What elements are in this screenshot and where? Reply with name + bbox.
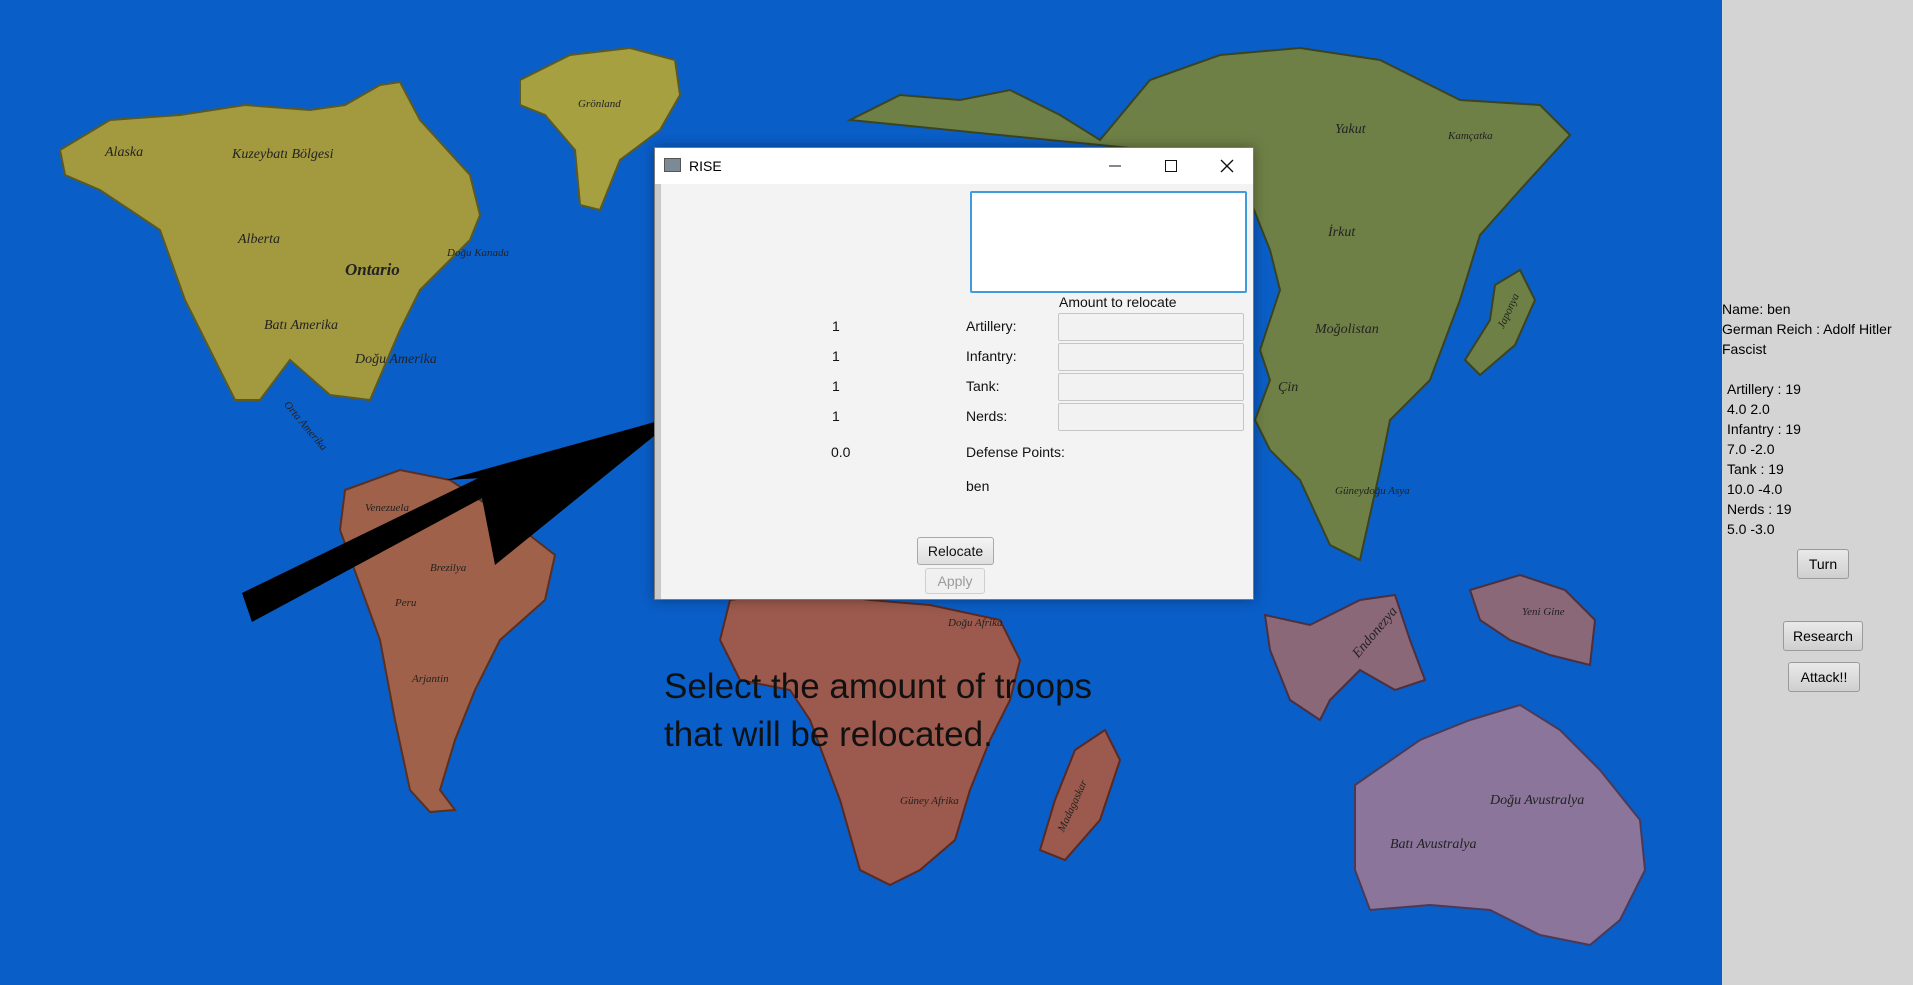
nerds-stat: Nerds : 19	[1727, 501, 1792, 517]
app-window-icon	[664, 158, 681, 172]
apply-button[interactable]: Apply	[925, 568, 985, 594]
relocate-button[interactable]: Relocate	[917, 537, 994, 565]
nerds-label: Nerds:	[966, 408, 1008, 424]
region-new-guinea[interactable]	[1468, 573, 1597, 667]
infantry-label: Infantry:	[966, 348, 1017, 364]
maximize-button[interactable]	[1143, 148, 1199, 184]
tank-values: 10.0 -4.0	[1727, 481, 1783, 497]
tank-amount-input[interactable]	[1058, 373, 1244, 401]
message-textarea[interactable]	[970, 191, 1247, 293]
nerds-values: 5.0 -3.0	[1727, 521, 1775, 537]
dialog-titlebar[interactable]: RISE	[655, 148, 1253, 184]
artillery-stat: Artillery : 19	[1727, 381, 1801, 397]
infantry-values: 7.0 -2.0	[1727, 441, 1775, 457]
maximize-icon	[1165, 160, 1177, 172]
player-name: ben	[966, 478, 990, 494]
minimize-icon	[1109, 165, 1121, 167]
region-japan[interactable]	[1463, 268, 1537, 377]
artillery-label: Artillery:	[966, 318, 1017, 334]
close-icon	[1220, 159, 1234, 173]
region-north-america[interactable]	[58, 80, 482, 402]
player-name-line: Name: ben	[1722, 301, 1791, 317]
research-button[interactable]: Research	[1783, 621, 1863, 651]
defense-points-value: 0.0	[831, 444, 851, 460]
region-australia[interactable]	[1354, 703, 1647, 947]
infantry-stat: Infantry : 19	[1727, 421, 1801, 437]
minimize-button[interactable]	[1087, 148, 1143, 184]
nerds-count: 1	[832, 408, 840, 424]
caption-line-1: Select the amount of troops	[664, 667, 1093, 706]
region-indonesia[interactable]	[1263, 593, 1427, 722]
tank-count: 1	[832, 378, 840, 394]
caption-line-2: that will be relocated.	[664, 715, 993, 754]
player-info-panel: Name: ben German Reich : Adolf Hitler Fa…	[1722, 0, 1913, 985]
amount-header: Amount to relocate	[1059, 294, 1177, 310]
relocate-dialog: RISE Amount to relocate 1 Artillery: 1 I…	[654, 147, 1254, 600]
tank-label: Tank:	[966, 378, 1000, 394]
artillery-amount-input[interactable]	[1058, 313, 1244, 341]
artillery-count: 1	[832, 318, 840, 334]
ideology-line: Fascist	[1722, 341, 1767, 357]
close-button[interactable]	[1199, 148, 1255, 184]
defense-points-label: Defense Points:	[966, 444, 1065, 460]
nerds-amount-input[interactable]	[1058, 403, 1244, 431]
dialog-left-edge	[655, 184, 661, 599]
turn-button[interactable]: Turn	[1797, 549, 1849, 579]
artillery-values: 4.0 2.0	[1727, 401, 1770, 417]
nation-line: German Reich : Adolf Hitler	[1722, 321, 1892, 337]
infantry-count: 1	[832, 348, 840, 364]
tank-stat: Tank : 19	[1727, 461, 1784, 477]
instruction-caption: Select the amount of troops that will be…	[664, 663, 1092, 759]
infantry-amount-input[interactable]	[1058, 343, 1244, 371]
dialog-title: RISE	[689, 158, 722, 174]
attack-button[interactable]: Attack!!	[1788, 662, 1860, 692]
